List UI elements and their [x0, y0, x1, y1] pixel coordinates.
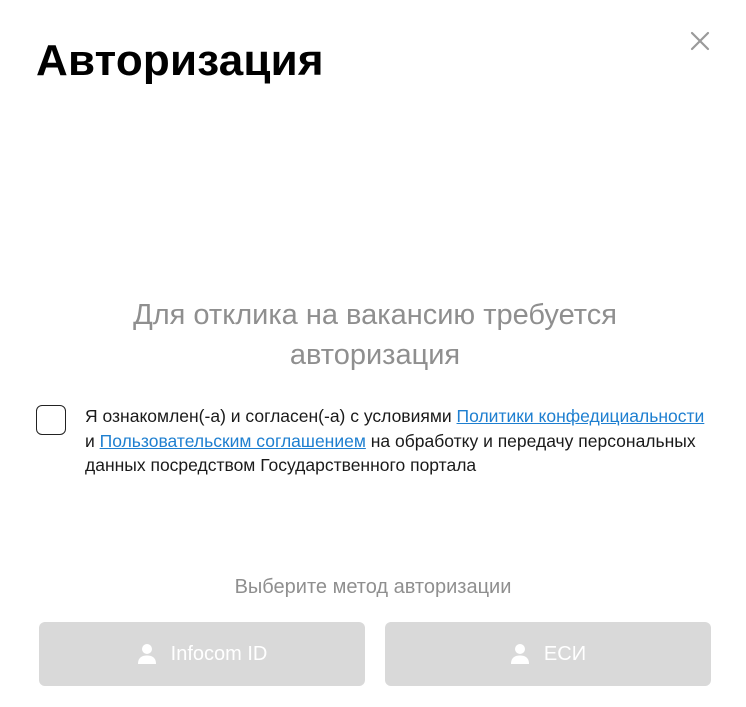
consent-text-part1: Я ознакомлен(-а) и согласен(-а) с услови… [85, 406, 457, 426]
auth-method-label: Выберите метод авторизации [234, 576, 512, 598]
consent-block: Я ознакомлен(-а) и согласен(-а) с услови… [36, 404, 716, 478]
consent-text: Я ознакомлен(-а) и согласен(-а) с услови… [85, 404, 715, 478]
esi-button[interactable]: ЕСИ [385, 622, 711, 686]
close-button[interactable] [686, 27, 714, 55]
modal-title: Авторизация [36, 36, 324, 85]
user-agreement-link[interactable]: Пользовательским соглашением [100, 431, 366, 451]
consent-text-part2: и [85, 430, 100, 451]
infocom-id-button[interactable]: Infocom ID [39, 622, 365, 686]
user-icon [137, 643, 157, 665]
auth-required-notice: Для отклика на вакансию требуется автори… [133, 299, 617, 371]
consent-checkbox[interactable] [36, 405, 66, 435]
privacy-policy-link[interactable]: Политики конфедициальности [457, 406, 705, 426]
authorization-modal: Авторизация Для отклика на вакансию треб… [0, 0, 746, 707]
esi-label: ЕСИ [543, 642, 587, 665]
user-icon [510, 643, 530, 665]
close-icon [690, 31, 710, 51]
infocom-id-label: Infocom ID [170, 642, 268, 665]
